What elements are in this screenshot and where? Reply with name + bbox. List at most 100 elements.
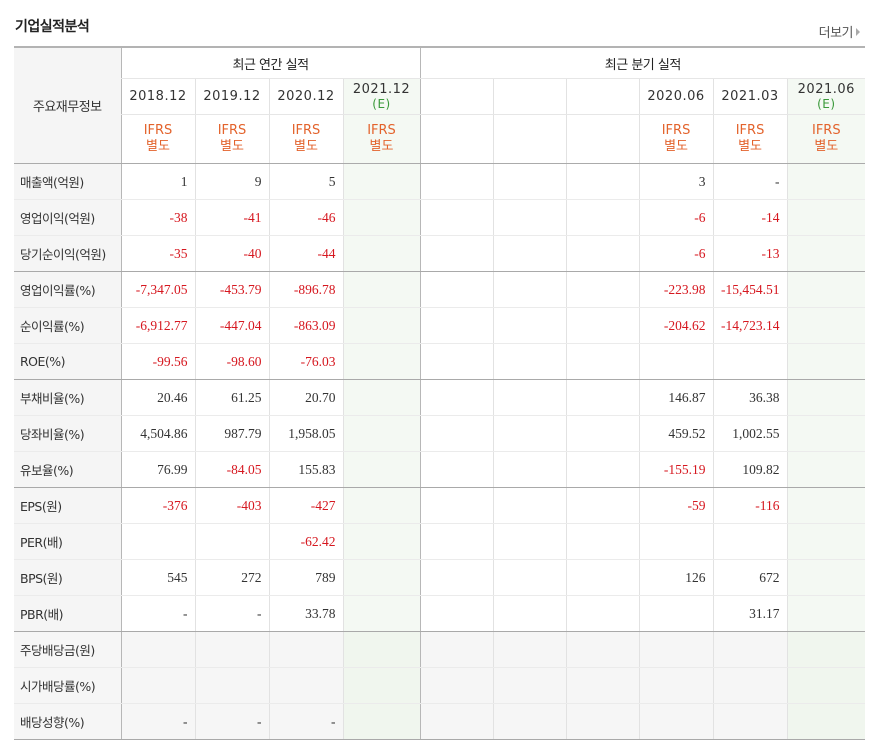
standard-ifrs: IFRS [217, 123, 247, 138]
period-header [492, 78, 567, 115]
annual-value [120, 523, 195, 560]
annual-value: -40 [194, 235, 269, 272]
period-year: 2021.06 [797, 81, 855, 97]
quarter-value: -6 [638, 199, 714, 236]
quarter-value [786, 631, 866, 668]
table-row: PBR(배) - -33.78 31.17 [14, 595, 866, 632]
annual-value: 272 [194, 559, 269, 596]
annual-value: 20.46 [120, 379, 195, 416]
accounting-standard: IFRS 별도 [342, 114, 421, 164]
quarter-value [638, 631, 714, 668]
row-label: EPS(원) [14, 487, 121, 524]
quarter-value [419, 451, 494, 488]
period-header: 2020.06 [638, 78, 714, 115]
more-link[interactable]: 더보기 [819, 22, 860, 41]
annual-value [194, 631, 269, 668]
accounting-standard: IFRS 별도 [268, 114, 343, 164]
quarter-value: 1,002.55 [712, 415, 788, 452]
annual-value: -98.60 [194, 343, 269, 380]
quarter-value [492, 415, 567, 452]
period-header: 2021.06 (E) [786, 78, 866, 115]
annual-value: - [194, 703, 269, 740]
corner-header: 주요재무정보 [14, 47, 121, 164]
quarter-value [419, 271, 494, 308]
quarter-value [638, 595, 714, 632]
quarter-value [419, 163, 494, 200]
accounting-standard: IFRS 별도 [638, 114, 714, 164]
period-year: 2020.12 [277, 88, 335, 104]
annual-value [342, 307, 421, 344]
standard-separate: 별도 [664, 139, 688, 154]
row-label: 순이익률(%) [14, 307, 121, 344]
quarter-value [492, 163, 567, 200]
annual-value: -44 [268, 235, 343, 272]
annual-value: -62.42 [268, 523, 343, 560]
standard-ifrs: IFRS [291, 123, 321, 138]
annual-value [342, 271, 421, 308]
quarter-value: -155.19 [638, 451, 714, 488]
quarter-value [786, 235, 866, 272]
quarter-value [419, 559, 494, 596]
quarter-group-header: 최근 분기 실적 [419, 47, 866, 79]
quarter-value [419, 415, 494, 452]
quarter-value [786, 307, 866, 344]
estimate-mark: (E) [372, 96, 391, 111]
quarter-value [786, 595, 866, 632]
row-label: ROE(%) [14, 343, 121, 380]
row-label: 영업이익률(%) [14, 271, 121, 308]
annual-value [342, 451, 421, 488]
standard-separate: 별도 [814, 139, 839, 154]
quarter-value [419, 631, 494, 668]
standard-separate: 별도 [294, 139, 318, 154]
quarter-value [786, 487, 866, 524]
row-label: PER(배) [14, 523, 121, 560]
quarter-value [565, 235, 640, 272]
accounting-standard: IFRS 별도 [712, 114, 788, 164]
table-row: BPS(원) 545 272 789 126 672 [14, 559, 866, 596]
annual-value: -6,912.77 [120, 307, 195, 344]
quarter-value [712, 703, 788, 740]
quarter-value [786, 199, 866, 236]
annual-value: 33.78 [268, 595, 343, 632]
row-label: 시가배당률(%) [14, 667, 121, 704]
annual-value: -7,347.05 [120, 271, 195, 308]
period-header [565, 78, 640, 115]
quarter-value [565, 523, 640, 560]
row-label: 영업이익(억원) [14, 199, 121, 236]
quarter-value [786, 451, 866, 488]
annual-value: -76.03 [268, 343, 343, 380]
quarter-value [419, 703, 494, 740]
table-row: 유보율(%) 76.99 -84.05 155.83 -155.19 109.82 [14, 451, 866, 488]
annual-value: - [268, 703, 343, 740]
quarter-value [786, 271, 866, 308]
period-year: 2020.06 [647, 88, 705, 104]
quarter-value [565, 415, 640, 452]
row-label: 당좌비율(%) [14, 415, 121, 452]
row-label: 부채비율(%) [14, 379, 121, 416]
quarter-value [565, 451, 640, 488]
quarter-value [565, 163, 640, 200]
annual-value: 1 [120, 163, 195, 200]
quarter-value [565, 703, 640, 740]
quarter-value [712, 631, 788, 668]
period-header: 2019.12 [194, 78, 269, 115]
period-year: 2019.12 [203, 88, 261, 104]
annual-value: -447.04 [194, 307, 269, 344]
quarter-value: -223.98 [638, 271, 714, 308]
table-row: 순이익률(%) -6,912.77 -447.04 -863.09 -204.62 -14… [14, 307, 866, 344]
quarter-value: -204.62 [638, 307, 714, 344]
quarter-value [786, 523, 866, 560]
quarter-value [565, 307, 640, 344]
quarter-value [419, 595, 494, 632]
table-row: 부채비율(%) 20.46 61.25 20.70 146.87 36.38 [14, 379, 866, 416]
table-row: 시가배당률(%) [14, 667, 866, 704]
table-row: ROE(%) -99.56 -98.60 -76.03 [14, 343, 866, 380]
quarter-value [638, 667, 714, 704]
table-row: 당좌비율(%) 4,504.86 987.79 1,958.05 459.52 1,002… [14, 415, 866, 452]
accounting-standard [492, 114, 567, 164]
annual-value: 4,504.86 [120, 415, 195, 452]
annual-value: -46 [268, 199, 343, 236]
section-title: 기업실적분석 [15, 19, 90, 35]
accounting-standard: IFRS 별도 [194, 114, 269, 164]
table-row: 배당성향(%) - - - [14, 703, 866, 740]
